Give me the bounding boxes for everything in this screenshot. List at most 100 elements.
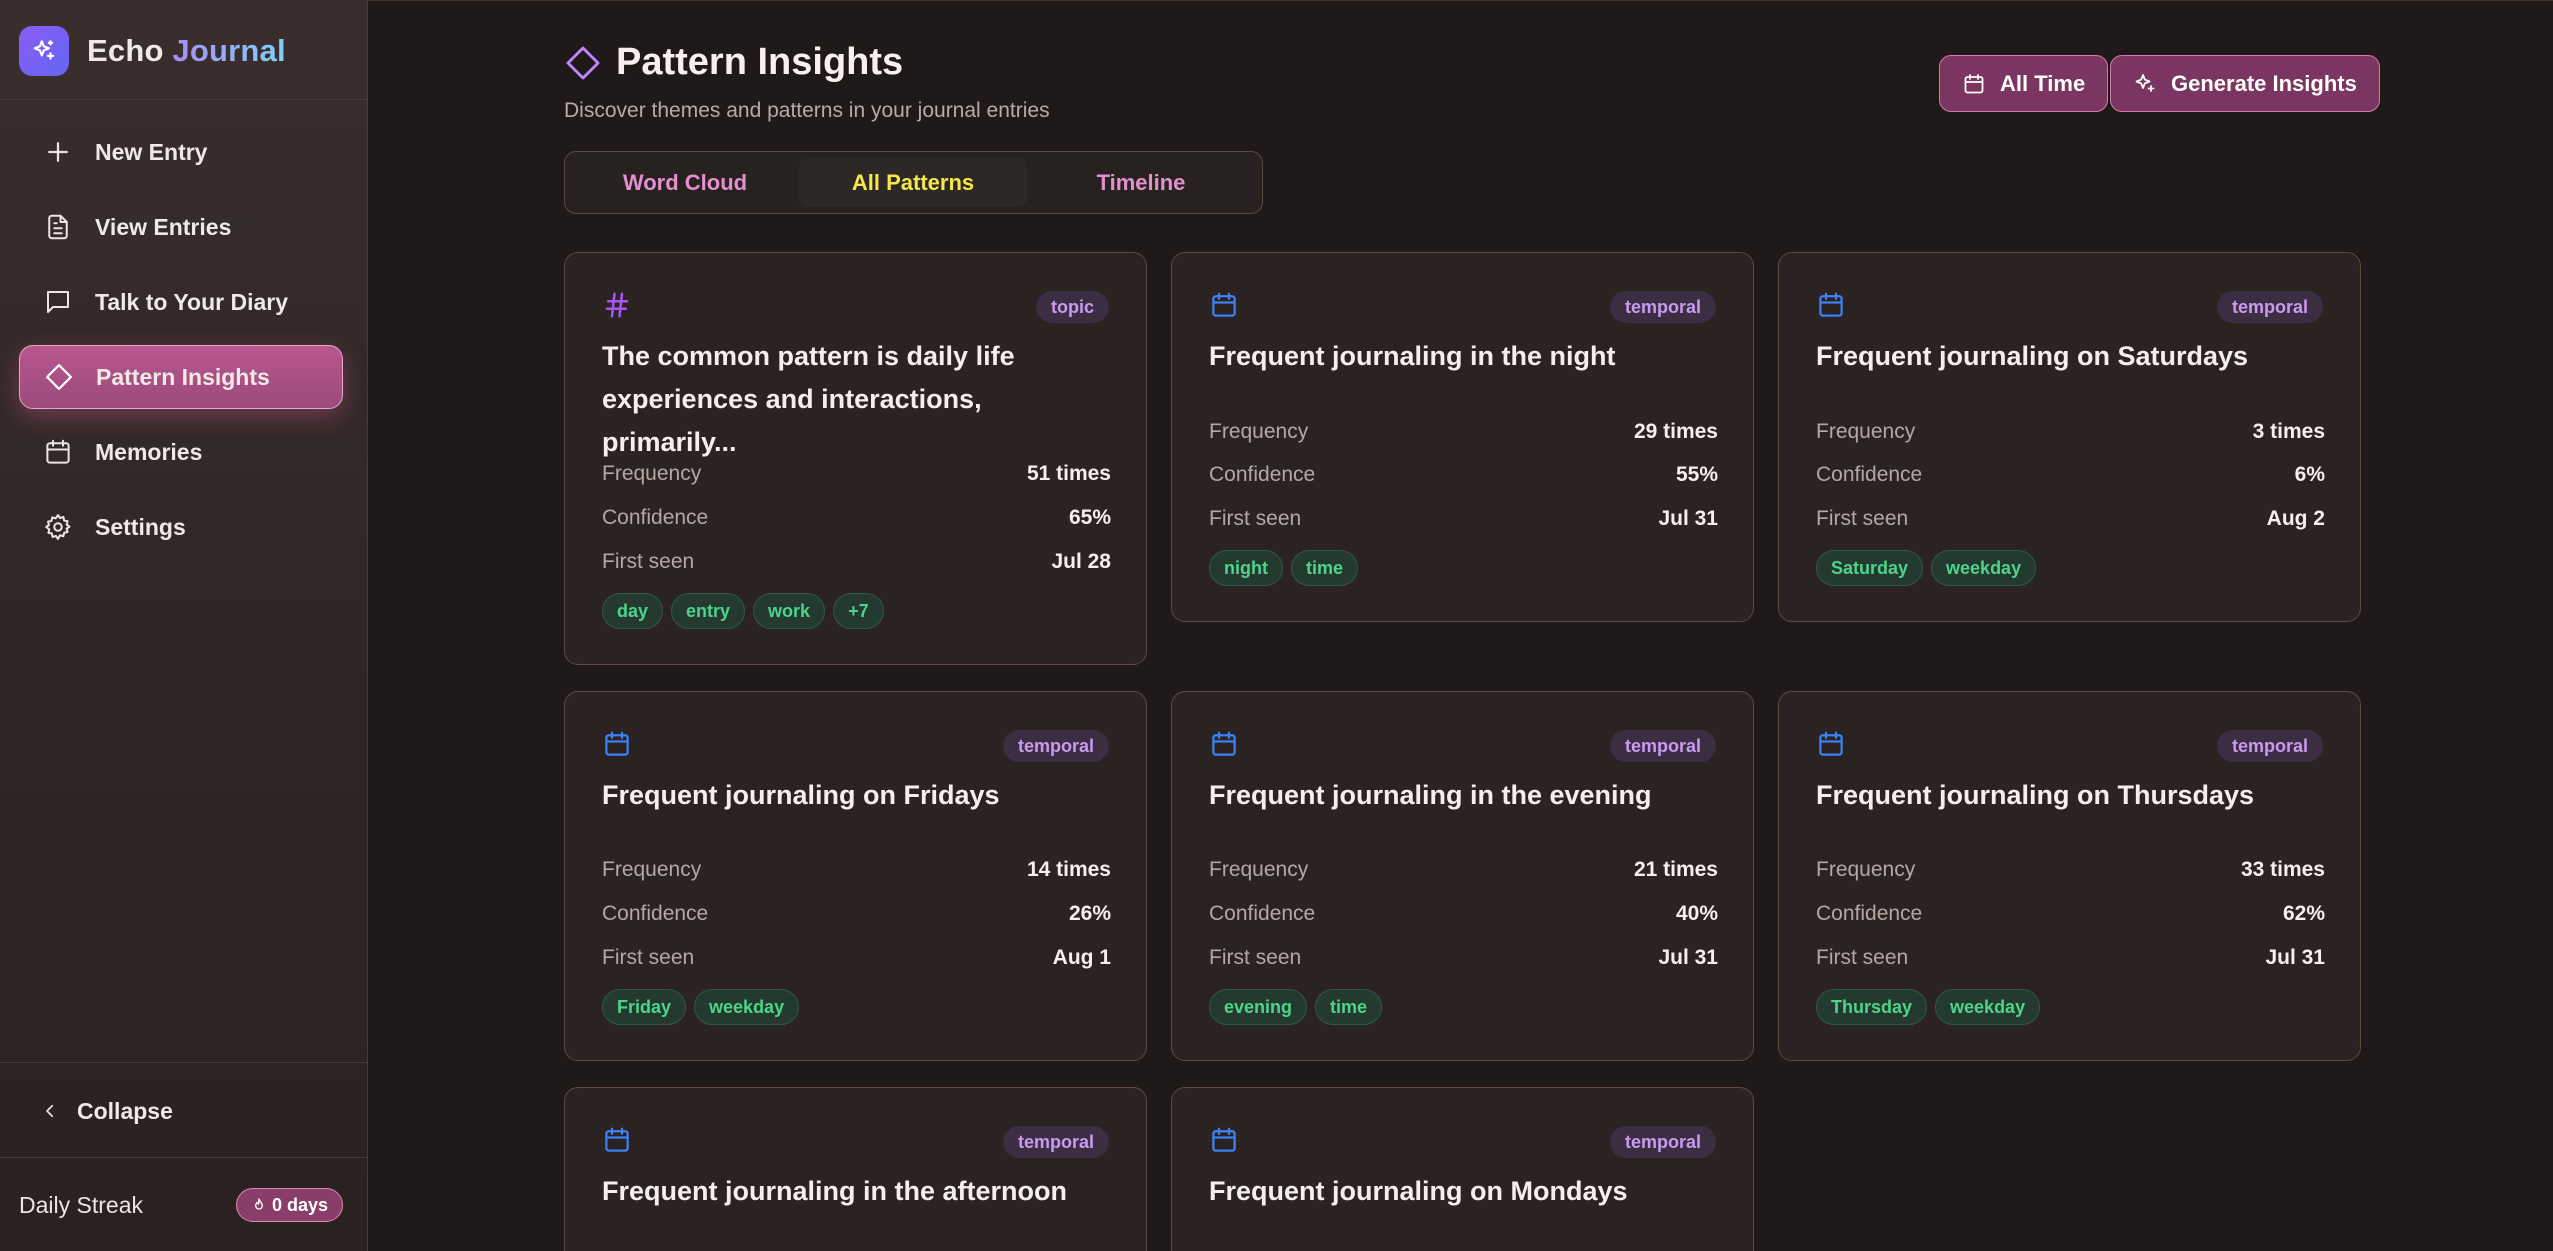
nav-pattern-insights[interactable]: Pattern Insights [19, 345, 343, 409]
calendar-icon [1212, 1127, 1236, 1152]
pattern-type-badge: temporal [2216, 291, 2323, 323]
first-seen-label: First seen [1816, 507, 1909, 530]
pattern-title: Frequent journaling in the evening [1209, 780, 1652, 810]
confidence-value: 62% [2282, 902, 2325, 925]
frequency-value: 3 times [2252, 420, 2325, 443]
first-seen-value: Jul 31 [1658, 946, 1718, 969]
tag-list: evening time [1209, 989, 1390, 1025]
first-seen-row: First seen Aug 2 [1816, 504, 2325, 534]
pattern-card[interactable]: temporal Frequent journaling in the even… [1171, 691, 1754, 1061]
confidence-label: Confidence [1209, 902, 1316, 925]
pattern-title: Frequent journaling in the night [1209, 341, 1616, 371]
nav-label: Memories [95, 438, 203, 465]
calendar-icon [1819, 292, 1843, 317]
nav-label: Talk to Your Diary [95, 288, 288, 315]
frequency-value: 14 times [1026, 858, 1111, 881]
frequency-row: Frequency 51 times [602, 459, 1111, 489]
tag: time [1315, 989, 1383, 1025]
tab-timeline[interactable]: Timeline [1027, 158, 1255, 207]
nav-view-entries[interactable]: View Entries [19, 195, 343, 259]
calendar-icon [46, 439, 70, 464]
all-time-label: All Time [2000, 70, 2086, 96]
nav-new-entry[interactable]: New Entry [19, 120, 343, 184]
pattern-type-badge: temporal [1609, 1126, 1716, 1158]
pattern-card[interactable]: temporal Frequent journaling on Mondays [1171, 1087, 1754, 1251]
calendar-icon [605, 731, 629, 756]
streak-label: Daily Streak [19, 1191, 143, 1218]
calendar-icon [605, 1127, 629, 1152]
tag: evening [1209, 989, 1308, 1025]
tag-list: Thursday weekday [1816, 989, 2048, 1025]
pattern-type-badge: temporal [1002, 1126, 1109, 1158]
frequency-row: Frequency 21 times [1209, 855, 1718, 885]
frequency-value: 33 times [2240, 858, 2325, 881]
tag: night [1209, 550, 1283, 586]
nav-memories[interactable]: Memories [19, 420, 343, 484]
pattern-card[interactable]: temporal Frequent journaling in the nigh… [1171, 252, 1754, 622]
calendar-icon [1212, 731, 1236, 756]
pattern-type-badge: topic [1036, 291, 1109, 323]
pattern-card[interactable]: temporal Frequent journaling on Saturday… [1778, 252, 2361, 622]
collapse-button[interactable]: Collapse [19, 1087, 343, 1135]
pattern-title: Frequent journaling on Fridays [602, 780, 1000, 810]
pattern-type-badge: temporal [1609, 291, 1716, 323]
frequency-label: Frequency [1816, 420, 1916, 443]
frequency-label: Frequency [602, 858, 702, 881]
pattern-type-badge: temporal [2216, 730, 2323, 762]
streak-value: 0 days [271, 1194, 328, 1215]
pattern-title: Frequent journaling on Saturdays [1816, 341, 2249, 371]
first-seen-value: Jul 31 [2265, 946, 2325, 969]
confidence-label: Confidence [1209, 463, 1316, 486]
app-name-second: Journal [172, 33, 286, 68]
confidence-row: Confidence 62% [1816, 899, 2325, 929]
pattern-card[interactable]: temporal Frequent journaling in the afte… [564, 1087, 1147, 1251]
first-seen-row: First seen Aug 1 [602, 943, 1111, 973]
confidence-row: Confidence 6% [1816, 460, 2325, 490]
diamond-icon [566, 46, 600, 79]
pattern-title: Frequent journaling in the afternoon [602, 1176, 1067, 1206]
first-seen-value: Aug 2 [2266, 507, 2325, 530]
confidence-label: Confidence [1816, 463, 1923, 486]
nav-label: Pattern Insights [96, 363, 270, 390]
frequency-value: 51 times [1026, 462, 1111, 485]
confidence-label: Confidence [602, 506, 709, 529]
tag-list: day entry work +7 [602, 593, 892, 629]
confidence-value: 55% [1675, 463, 1718, 486]
frequency-row: Frequency 29 times [1209, 417, 1718, 447]
first-seen-value: Jul 31 [1658, 507, 1718, 530]
first-seen-value: Aug 1 [1052, 946, 1111, 969]
frequency-value: 29 times [1633, 420, 1718, 443]
sidebar-divider [0, 1062, 368, 1063]
view-tabs: Word Cloud All Patterns Timeline [564, 151, 1263, 214]
pattern-card[interactable]: temporal Frequent journaling on Thursday… [1778, 691, 2361, 1061]
brand[interactable]: Echo Journal [19, 25, 286, 77]
first-seen-label: First seen [602, 550, 695, 573]
tab-all-patterns[interactable]: All Patterns [799, 158, 1027, 207]
pattern-type-badge: temporal [1002, 730, 1109, 762]
first-seen-row: First seen Jul 31 [1816, 943, 2325, 973]
frequency-row: Frequency 14 times [602, 855, 1111, 885]
frequency-row: Frequency 33 times [1816, 855, 2325, 885]
tag: day [602, 593, 664, 629]
tab-word-cloud[interactable]: Word Cloud [571, 158, 799, 207]
frequency-label: Frequency [1209, 858, 1309, 881]
first-seen-value: Jul 28 [1051, 550, 1111, 573]
all-time-button[interactable]: All Time [1939, 55, 2109, 112]
nav-label: New Entry [95, 138, 208, 165]
pattern-type-badge: temporal [1609, 730, 1716, 762]
app-name-first: Echo [87, 33, 164, 68]
sparkles-logo-icon [19, 26, 69, 76]
first-seen-label: First seen [602, 946, 695, 969]
generate-insights-button[interactable]: Generate Insights [2110, 55, 2380, 112]
first-seen-row: First seen Jul 28 [602, 547, 1111, 577]
nav-label: View Entries [95, 213, 232, 240]
pattern-card[interactable]: topic The common pattern is daily life e… [564, 252, 1147, 665]
pattern-title: The common pattern is daily life experie… [602, 341, 1015, 457]
nav-talk-to-diary[interactable]: Talk to Your Diary [19, 270, 343, 334]
more-tags[interactable]: +7 [833, 593, 884, 629]
plus-icon [48, 142, 68, 162]
chevron-left-icon [46, 1104, 54, 1118]
nav-settings[interactable]: Settings [19, 495, 343, 559]
pattern-card[interactable]: temporal Frequent journaling on Fridays … [564, 691, 1147, 1061]
frequency-label: Frequency [1816, 858, 1916, 881]
